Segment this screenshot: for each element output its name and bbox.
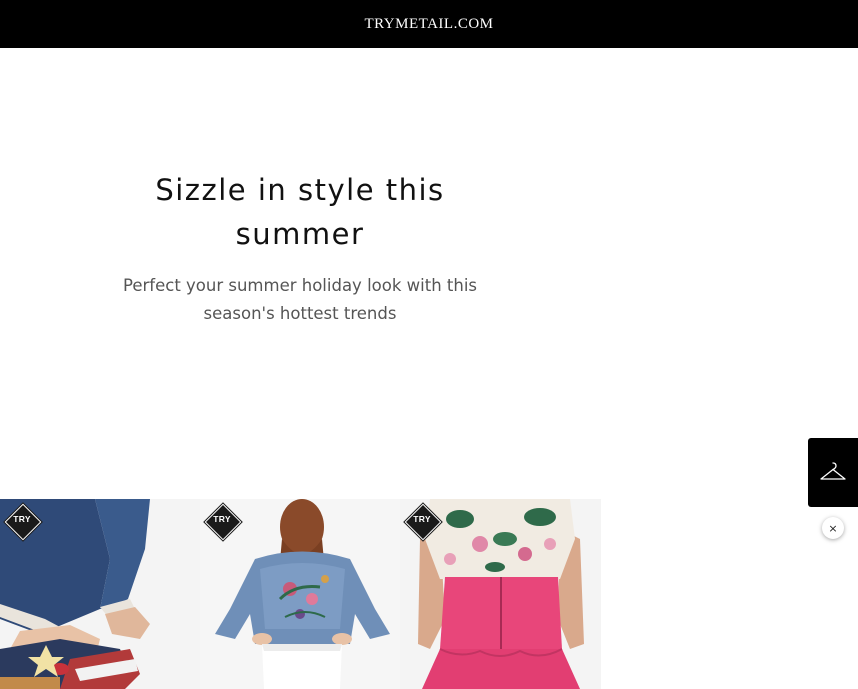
close-widget-button[interactable]: ×	[822, 517, 844, 539]
hanger-icon	[820, 461, 846, 480]
product-card-jacket[interactable]: TRY	[200, 499, 400, 689]
product-card-shoes[interactable]: TRY	[0, 499, 200, 689]
hero-subtitle: Perfect your summer holiday look with th…	[122, 276, 478, 323]
product-grid: TRY TRY TRY	[0, 499, 601, 689]
product-card-skirt[interactable]: TRY	[400, 499, 601, 689]
try-on-badge[interactable]: TRY	[3, 502, 42, 541]
try-on-badge[interactable]: TRY	[403, 502, 442, 541]
hero-title: Sizzle in style this summer	[155, 173, 445, 251]
brand-logo[interactable]: TRYMETAIL.COM	[364, 16, 493, 33]
try-on-badge[interactable]: TRY	[203, 502, 242, 541]
top-bar: TRYMETAIL.COM	[0, 0, 858, 48]
wardrobe-button[interactable]	[808, 438, 858, 507]
